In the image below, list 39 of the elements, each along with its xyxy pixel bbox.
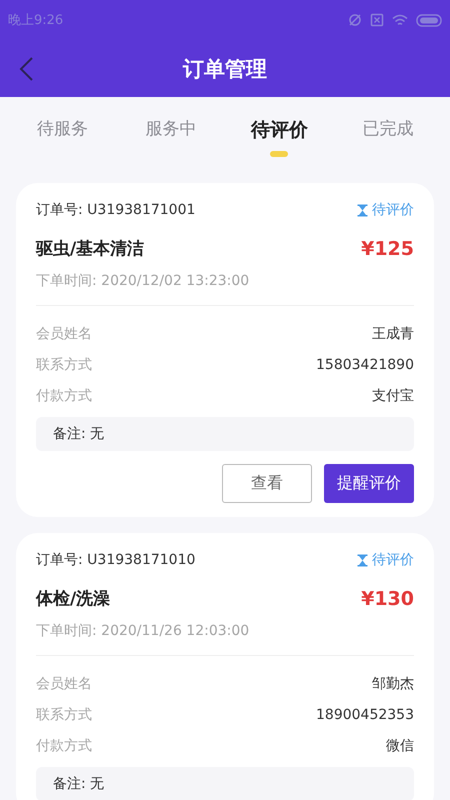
tab[interactable]: 已完成	[362, 117, 414, 140]
sim-icon	[370, 13, 384, 27]
hourglass-icon	[357, 204, 368, 216]
page-title: 订单管理	[183, 56, 267, 82]
order-number: 订单号: U31938171010	[36, 551, 196, 569]
field-label: 联系方式	[36, 356, 92, 374]
tab-indicator	[270, 151, 288, 157]
remind-review-button[interactable]: 提醒评价	[324, 464, 414, 503]
field-value: 支付宝	[372, 386, 414, 404]
field-value: 邹勤杰	[372, 674, 414, 692]
field-label: 联系方式	[36, 706, 92, 724]
battery-icon	[416, 14, 442, 26]
note: 备注: 无	[36, 417, 414, 451]
order-number: 订单号: U31938171001	[36, 201, 196, 219]
tab[interactable]: 待服务	[36, 117, 88, 140]
view-button[interactable]: 查看	[222, 464, 312, 503]
field-value: 15803421890	[316, 356, 414, 372]
order-time: 下单时间: 2020/12/02 13:23:00	[36, 272, 250, 290]
hourglass-icon	[357, 554, 368, 566]
status-label: 待评价	[372, 201, 414, 219]
status-time: 晚上9:26	[8, 12, 64, 29]
service-name: 体检/洗澡	[36, 588, 110, 610]
field-label: 付款方式	[36, 386, 92, 404]
order-time: 下单时间: 2020/11/26 12:03:00	[36, 622, 250, 640]
field-label: 付款方式	[36, 736, 92, 754]
tab[interactable]: 服务中	[145, 117, 196, 140]
mute-icon	[348, 13, 362, 27]
field-label: 会员姓名	[36, 674, 92, 692]
tab[interactable]: 待评价	[250, 117, 308, 143]
status-label: 待评价	[372, 551, 414, 569]
field-value: 18900452353	[316, 706, 414, 722]
note: 备注: 无	[36, 767, 414, 800]
field-label: 会员姓名	[36, 324, 92, 342]
field-value: 王成青	[372, 324, 414, 342]
service-name: 驱虫/基本清洁	[36, 238, 144, 260]
field-value: 微信	[386, 736, 414, 754]
wifi-icon	[392, 14, 408, 26]
price: ¥130	[361, 588, 414, 610]
price: ¥125	[361, 238, 414, 260]
